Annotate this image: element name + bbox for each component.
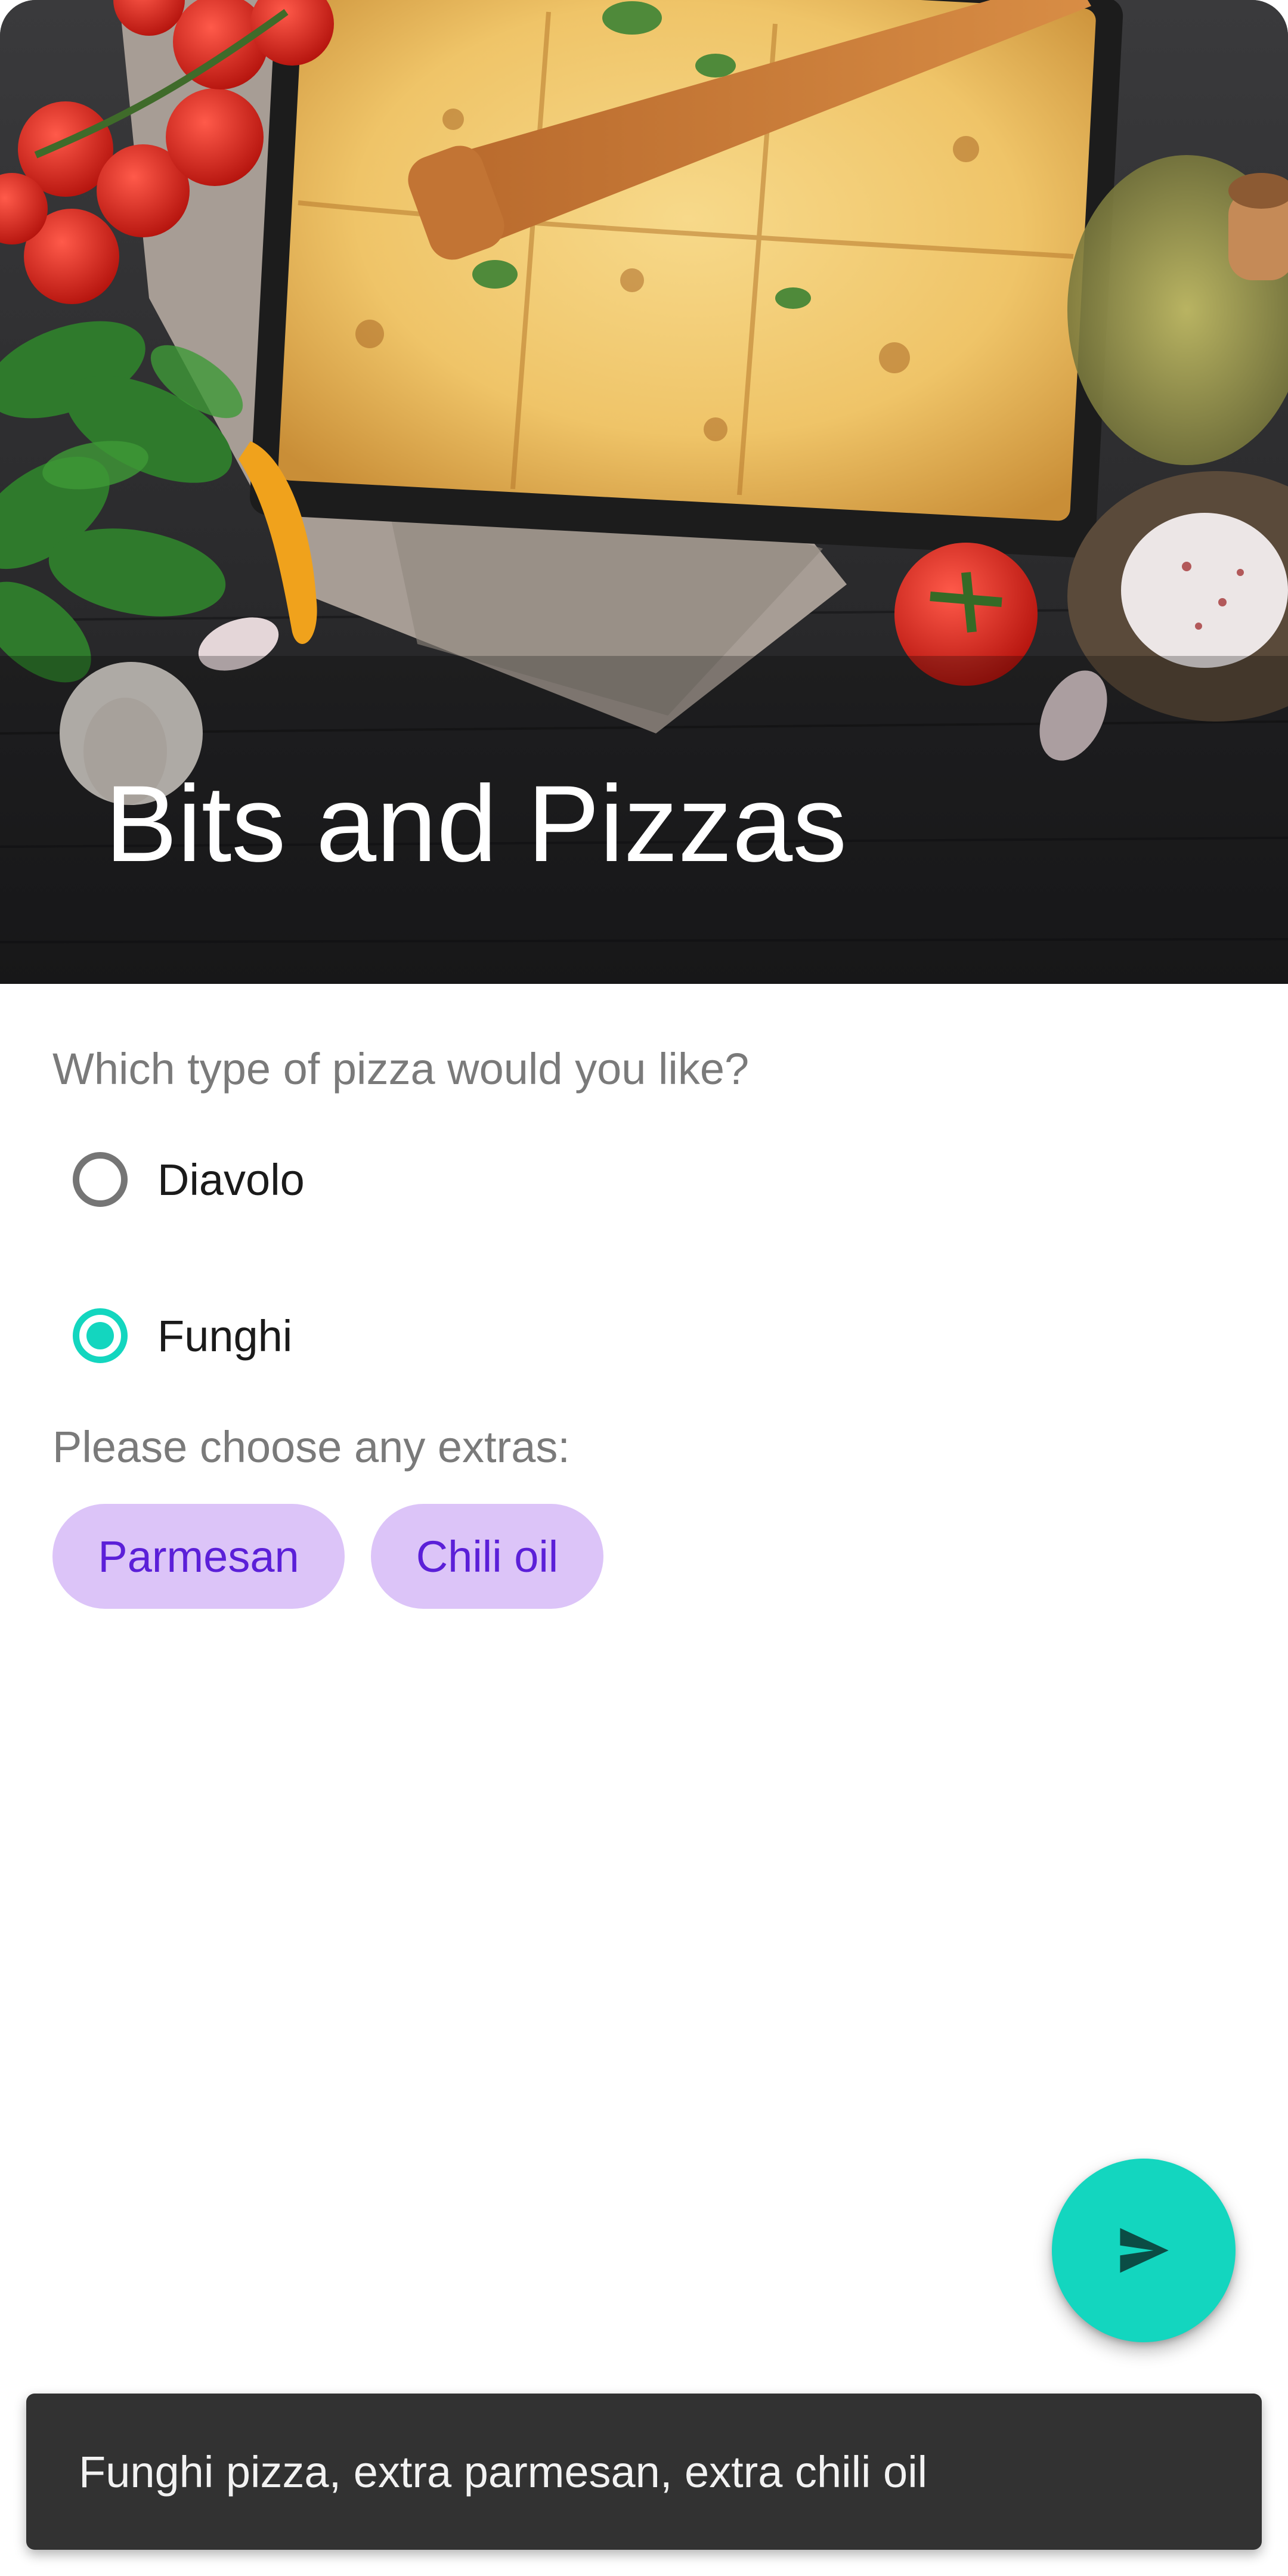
- app-title: Bits and Pizzas: [105, 763, 847, 884]
- send-icon: [1120, 2228, 1169, 2273]
- radio-label-funghi: Funghi: [157, 1311, 293, 1361]
- chip-label-chili-oil: Chili oil: [416, 1531, 559, 1581]
- radio-button-diavolo[interactable]: [52, 1132, 148, 1227]
- chip-label-parmesan: Parmesan: [98, 1531, 299, 1581]
- radio-option-funghi[interactable]: Funghi: [52, 1288, 292, 1383]
- radio-button-funghi[interactable]: [52, 1288, 148, 1383]
- snackbar-message: Funghi pizza, extra parmesan, extra chil…: [79, 2447, 928, 2497]
- radio-dot: [86, 1322, 114, 1349]
- send-fab-button[interactable]: [1052, 2159, 1236, 2342]
- chip-chili-oil[interactable]: Chili oil: [371, 1504, 603, 1609]
- chip-parmesan[interactable]: Parmesan: [52, 1504, 345, 1609]
- radio-checked-icon: [73, 1308, 128, 1363]
- radio-option-diavolo[interactable]: Diavolo: [52, 1132, 305, 1227]
- header-image: Bits and Pizzas: [0, 0, 1288, 984]
- pizza-type-question: Which type of pizza would you like?: [52, 1044, 750, 1094]
- snackbar: Funghi pizza, extra parmesan, extra chil…: [26, 2394, 1262, 2550]
- app-screen: Bits and Pizzas Which type of pizza woul…: [0, 0, 1288, 2576]
- radio-unchecked-icon: [73, 1152, 128, 1207]
- radio-label-diavolo: Diavolo: [157, 1154, 305, 1205]
- extras-label: Please choose any extras:: [52, 1422, 570, 1472]
